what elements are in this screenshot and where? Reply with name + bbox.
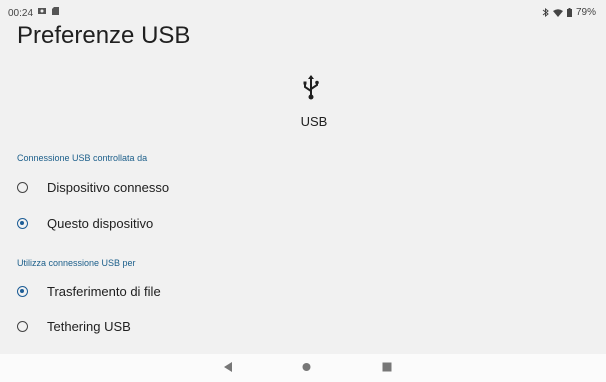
status-right: 79% (542, 7, 596, 18)
option-label: Trasferimento di file (47, 284, 161, 299)
recents-icon[interactable] (382, 362, 392, 372)
usb-icon (303, 75, 319, 100)
radio-button-selected[interactable] (17, 218, 28, 229)
usb-label: USB (300, 114, 328, 129)
photo-notification-icon (38, 8, 46, 14)
option-label: Questo dispositivo (47, 216, 154, 231)
bluetooth-icon (542, 8, 549, 17)
status-time: 00:24 (8, 8, 34, 19)
section-title-controlled-by: Connessione USB controllata da (17, 153, 148, 163)
section-title-use-for: Utilizza connessione USB per (17, 258, 136, 268)
option-tethering-usb[interactable]: Tethering USB (0, 310, 606, 344)
option-trasferimento-file[interactable]: Trasferimento di file (0, 275, 606, 309)
radio-button[interactable] (17, 182, 28, 193)
option-label: Tethering USB (47, 319, 131, 334)
battery-icon (566, 8, 572, 17)
option-dispositivo-connesso[interactable]: Dispositivo connesso (0, 170, 606, 204)
home-icon[interactable] (302, 362, 311, 372)
radio-button[interactable] (17, 321, 28, 332)
page-title: Preferenze USB (17, 22, 191, 49)
back-icon[interactable] (224, 362, 233, 372)
option-questo-dispositivo[interactable]: Questo dispositivo (0, 206, 606, 240)
battery-percentage: 79% (575, 7, 596, 18)
option-label: Dispositivo connesso (47, 180, 170, 195)
sd-card-icon (52, 7, 59, 15)
navigation-bar (0, 354, 606, 382)
notification-icons (38, 7, 59, 15)
wifi-icon (552, 8, 563, 17)
radio-button-selected[interactable] (17, 286, 28, 297)
status-bar: 00:24 79% (0, 0, 606, 22)
